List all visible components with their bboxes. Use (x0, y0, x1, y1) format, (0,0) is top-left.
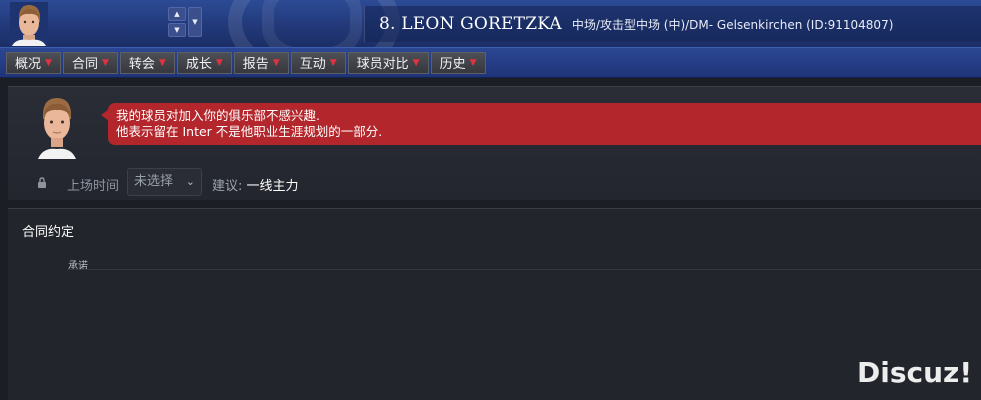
message-line-1: 我的球员对加入你的俱乐部不感兴趣. (116, 108, 320, 123)
chevron-down-icon: ⌄ (185, 175, 195, 188)
tab-overview[interactable]: 概况 ▼ (6, 51, 61, 74)
player-name-box: 8. LEON GORETZKA 中场/攻击型中场 (中)/DM- Gelsen… (364, 6, 981, 42)
caret-down-icon: ▼ (45, 57, 52, 68)
playing-time-value: 未选择 (134, 174, 174, 189)
tab-label: 报告 (242, 57, 269, 72)
advice-label: 建议: (212, 179, 243, 194)
club-crest-inner (262, 0, 362, 47)
caret-down-icon: ▼ (101, 57, 109, 68)
next-player-button[interactable]: ▼ (168, 23, 186, 37)
player-avatar[interactable] (10, 2, 48, 46)
previous-player-button[interactable]: ▲ (168, 7, 186, 21)
player-header: ▲ ▼ ▼ 8. LEON GORETZKA 中场/攻击型中场 (中)/DM- … (0, 0, 981, 48)
caret-down-icon: ▼ (412, 57, 420, 68)
player-position-info: 中场/攻击型中场 (中)/DM- Gelsenkirchen (ID:91104… (571, 17, 894, 32)
spinner-arrows: ▲ ▼ (168, 7, 186, 37)
tab-label: 成长 (185, 57, 212, 72)
caret-down-icon: ▼ (272, 57, 280, 68)
playing-time-label: 上场时间 (67, 179, 120, 194)
player-list-dropdown-button[interactable]: ▼ (188, 7, 202, 37)
promises-divider (68, 269, 981, 270)
tab-contract[interactable]: 合同 ▼ (62, 51, 118, 74)
player-face (38, 98, 76, 159)
tab-label: 球员对比 (356, 57, 409, 72)
tab-label: 转会 (128, 57, 155, 72)
tab-label: 历史 (439, 57, 466, 72)
tab-reports[interactable]: 报告 ▼ (233, 51, 289, 74)
tab-interaction[interactable]: 互动 ▼ (290, 51, 346, 74)
forum-watermark: Discuz! (857, 356, 973, 389)
rejection-message-bubble: 我的球员对加入你的俱乐部不感兴趣. 他表示留在 Inter 不是他职业生涯规划的… (101, 103, 981, 145)
lock-icon (38, 177, 46, 188)
tab-label: 概况 (15, 57, 42, 72)
caret-down-icon: ▼ (329, 57, 337, 68)
caret-down-icon: ▼ (158, 57, 166, 68)
player-switcher[interactable]: ▲ ▼ ▼ (168, 7, 202, 37)
advice-value: 一线主力 (246, 179, 299, 194)
playing-time-advice: 建议: 一线主力 (212, 175, 299, 194)
contract-terms-panel: 合同约定 承诺 (8, 208, 981, 400)
contract-terms-title: 合同约定 (22, 225, 75, 240)
tab-bar: 概况 ▼ 合同 ▼ 转会 ▼ 成长 ▼ 报告 ▼ 互动 ▼ 球员对比 ▼ 历史 ▼ (0, 48, 981, 78)
agent-response-panel: 我的球员对加入你的俱乐部不感兴趣. 他表示留在 Inter 不是他职业生涯规划的… (8, 86, 981, 200)
player-name: 8. LEON GORETZKA (379, 14, 562, 34)
tab-compare[interactable]: 球员对比 ▼ (347, 51, 429, 74)
tab-transfer[interactable]: 转会 ▼ (119, 51, 175, 74)
tab-label: 合同 (71, 57, 98, 72)
tab-development[interactable]: 成长 ▼ (176, 51, 232, 74)
message-line-2: 他表示留在 Inter 不是他职业生涯规划的一部分. (116, 124, 383, 139)
tab-label: 互动 (299, 57, 326, 72)
tab-history[interactable]: 历史 ▼ (430, 51, 486, 74)
caret-down-icon: ▼ (469, 57, 477, 68)
caret-down-icon: ▼ (215, 57, 223, 68)
playing-time-select[interactable]: 未选择 ⌄ (127, 168, 202, 196)
